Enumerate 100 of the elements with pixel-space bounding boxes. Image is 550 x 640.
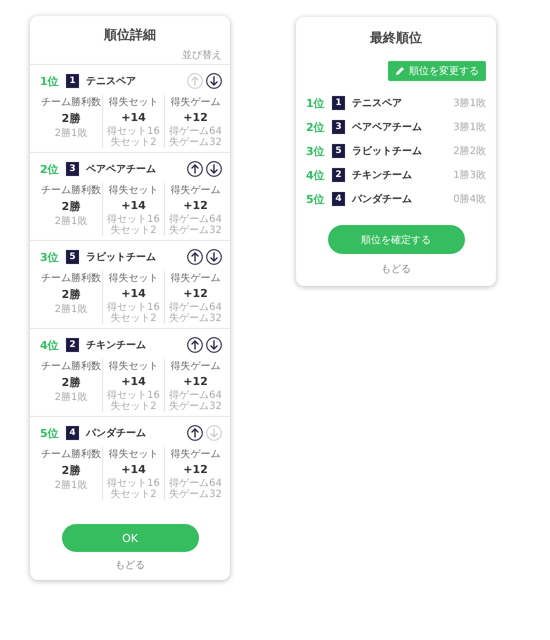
rank-label: 1位 [40, 74, 60, 88]
stat-detail: 得ゲーム64 [169, 390, 222, 401]
stat-detail: 得セット16 [107, 478, 160, 489]
stat-detail: 2勝1敗 [54, 304, 88, 315]
up-arrow-button[interactable] [187, 337, 203, 353]
stat-value: 2勝 [62, 287, 80, 302]
team-name: ペアペアチーム [86, 163, 156, 176]
stat-label: チーム勝利数 [41, 360, 101, 373]
stat-value: +14 [121, 287, 146, 300]
stat-detail: 得セット16 [107, 214, 160, 225]
team-number-badge: 3 [332, 120, 345, 134]
stat-value: +12 [183, 111, 208, 124]
stat-label: 得失ゲーム [170, 184, 220, 197]
back-link[interactable]: もどる [115, 558, 145, 572]
panel-title: 順位詳細 [102, 27, 157, 44]
stat-value: 2勝 [62, 463, 80, 478]
team-name: ペアペアチーム [352, 121, 422, 134]
rank-label: 2位 [40, 162, 60, 176]
stat-label: 得失ゲーム [170, 448, 220, 461]
team-number-badge: 5 [66, 250, 79, 264]
stat-detail: 失ゲーム32 [169, 225, 222, 236]
stat-detail: 2勝1敗 [54, 216, 88, 227]
down-arrow-button[interactable] [206, 249, 222, 265]
stat-detail: 得セット16 [107, 302, 160, 313]
stat-detail: 失セット2 [110, 313, 157, 324]
up-arrow-button[interactable] [187, 161, 203, 177]
stat-label: チーム勝利数 [41, 272, 101, 285]
down-arrow-button[interactable] [206, 161, 222, 177]
stat-detail: 得ゲーム64 [169, 302, 222, 313]
team-record: 0勝4敗 [453, 192, 486, 206]
stat-label: チーム勝利数 [41, 184, 101, 197]
rank-label: 2位 [306, 120, 326, 134]
team-name: パンダチーム [352, 192, 412, 206]
confirm-rank-button[interactable]: 順位を確定する [328, 225, 464, 254]
stat-detail: 得セット16 [107, 126, 160, 137]
stat-detail: 失ゲーム32 [169, 313, 222, 324]
panel-title: 最終順位 [369, 30, 423, 47]
up-arrow-button[interactable] [187, 425, 203, 441]
team-name: チキンチーム [352, 169, 412, 182]
stat-label: 得失セット [108, 184, 158, 197]
team-record: 2勝2敗 [453, 144, 486, 158]
stat-detail: 2勝1敗 [54, 392, 88, 403]
rank-label: 4位 [40, 338, 60, 352]
team-number-badge: 4 [332, 192, 345, 206]
rank-label: 5位 [40, 426, 60, 440]
stat-value: +14 [121, 199, 146, 212]
stat-detail: 失セット2 [110, 137, 157, 148]
stat-value: +12 [183, 463, 208, 476]
back-link[interactable]: もどる [381, 262, 411, 276]
stat-detail: 失セット2 [110, 225, 157, 236]
team-record: 3勝1敗 [453, 96, 486, 110]
stat-label: 得失セット [108, 360, 158, 373]
pencil-icon [395, 66, 405, 76]
stat-label: 得失セット [108, 96, 158, 109]
team-name: テニスペア [352, 97, 402, 110]
up-arrow-button[interactable] [187, 249, 203, 265]
stat-detail: 失セット2 [110, 401, 157, 412]
team-name: パンダチーム [86, 426, 146, 440]
ok-button[interactable]: OK [62, 524, 198, 552]
team-number-badge: 1 [66, 74, 79, 88]
down-arrow-button[interactable] [206, 337, 222, 353]
stat-label: チーム勝利数 [41, 96, 101, 109]
team-name: ラビットチーム [352, 144, 422, 158]
team-number-badge: 2 [66, 338, 79, 352]
team-number-badge: 1 [332, 96, 345, 110]
team-record: 1勝3敗 [453, 168, 486, 182]
rank-label: 3位 [306, 144, 326, 158]
stat-detail: 2勝1敗 [54, 128, 88, 139]
sort-label: 並び替え [182, 48, 222, 62]
stat-value: 2勝 [62, 375, 80, 390]
team-name: テニスペア [86, 75, 136, 88]
stat-detail: 得ゲーム64 [169, 126, 222, 137]
team-name: ラビットチーム [86, 250, 156, 264]
stat-detail: 得セット16 [107, 390, 160, 401]
stat-label: 得失セット [108, 448, 158, 461]
stat-detail: 得ゲーム64 [169, 214, 222, 225]
down-arrow-button[interactable] [206, 73, 222, 89]
stat-detail: 得ゲーム64 [169, 478, 222, 489]
stat-value: +14 [121, 111, 146, 124]
stat-value: +12 [183, 199, 208, 212]
team-number-badge: 4 [66, 426, 79, 440]
stat-detail: 失ゲーム32 [169, 401, 222, 412]
stat-value: 2勝 [62, 111, 80, 126]
team-name: チキンチーム [86, 339, 146, 352]
stat-detail: 2勝1敗 [54, 480, 88, 491]
rank-label: 5位 [306, 192, 326, 206]
stat-value: +14 [121, 375, 146, 388]
rank-label: 4位 [306, 168, 326, 182]
stat-label: 得失ゲーム [170, 96, 220, 109]
stat-value: +12 [183, 375, 208, 388]
edit-rank-button[interactable]: 順位を変更する [388, 61, 486, 81]
team-number-badge: 2 [332, 168, 345, 182]
stat-value: +14 [121, 463, 146, 476]
stat-value: +12 [183, 287, 208, 300]
stat-detail: 失ゲーム32 [169, 489, 222, 500]
stat-detail: 失ゲーム32 [169, 137, 222, 148]
stat-label: 得失ゲーム [170, 272, 220, 285]
stat-label: 得失ゲーム [170, 360, 220, 373]
stat-label: チーム勝利数 [41, 448, 101, 461]
team-number-badge: 3 [66, 162, 79, 176]
